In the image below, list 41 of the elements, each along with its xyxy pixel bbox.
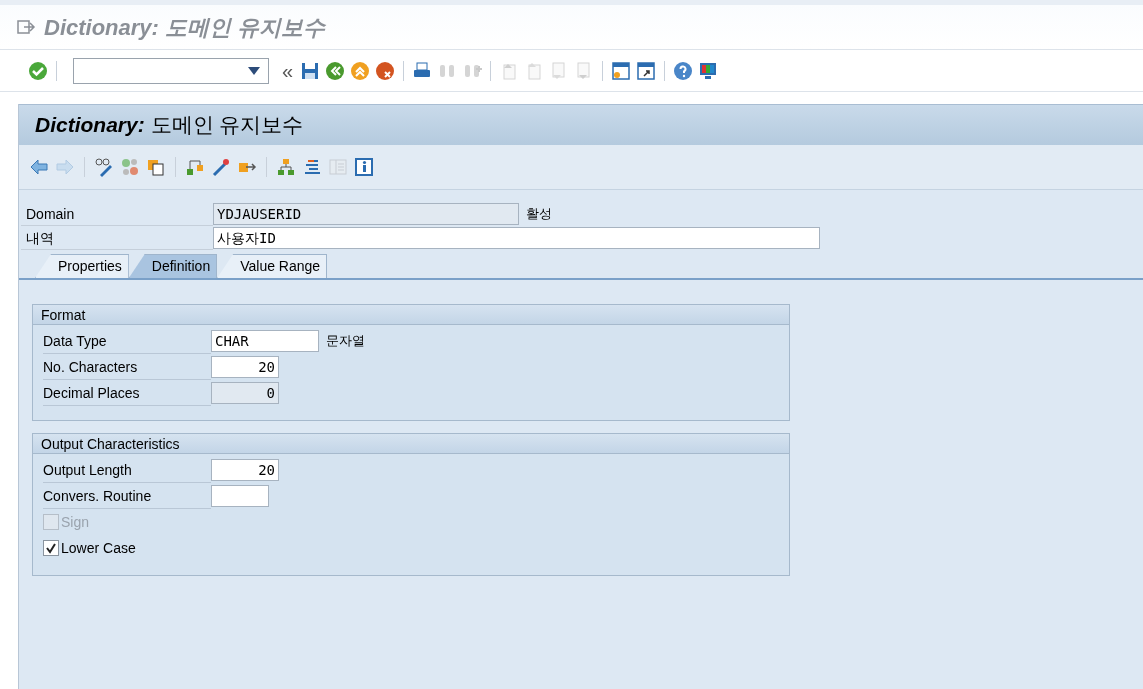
text-field[interactable]: 20 — [211, 356, 279, 378]
info-icon[interactable] — [354, 157, 374, 177]
checkbox[interactable] — [43, 540, 59, 556]
tree-icon[interactable] — [276, 157, 296, 177]
monitor-icon[interactable] — [698, 60, 719, 81]
circles-icon[interactable] — [120, 157, 140, 177]
field-label: 내역 — [21, 226, 213, 250]
command-field[interactable] — [73, 57, 269, 84]
shortcut-icon[interactable] — [636, 60, 657, 81]
list-lines-icon[interactable] — [302, 157, 322, 177]
type-description: 문자열 — [326, 332, 365, 351]
new-window-icon[interactable] — [611, 60, 632, 81]
left-arrow-icon[interactable] — [29, 157, 49, 177]
field-label: Domain — [21, 202, 213, 226]
hierarchy-icon[interactable] — [185, 157, 205, 177]
text-field: 0 — [211, 382, 279, 404]
copy-icon[interactable] — [146, 157, 166, 177]
screen-title: Dictionary: 도메인 유지보수 — [35, 112, 304, 139]
tab[interactable]: Definition — [128, 254, 218, 278]
collapse-button[interactable]: « — [280, 60, 296, 81]
save-icon[interactable] — [300, 60, 321, 81]
help-icon[interactable] — [673, 60, 694, 81]
text-field[interactable] — [211, 485, 269, 507]
tab[interactable]: Properties — [35, 254, 129, 278]
tab[interactable]: Value Range — [217, 254, 328, 278]
back-icon[interactable] — [325, 60, 346, 81]
exit-icon[interactable] — [350, 60, 371, 81]
menu-icon[interactable] — [16, 17, 36, 37]
checkbox-label: Lower Case — [61, 538, 136, 558]
magic-wand-icon[interactable] — [211, 157, 231, 177]
checkbox-label: Sign — [61, 512, 90, 532]
dropdown-caret-icon[interactable] — [248, 66, 260, 75]
glasses-pencil-icon[interactable] — [94, 157, 114, 177]
text-field[interactable]: 사용자ID — [213, 227, 820, 249]
cancel-icon[interactable] — [375, 60, 396, 81]
window-title: Dictionary: 도메인 유지보수 — [44, 13, 326, 42]
text-field[interactable]: CHAR — [211, 330, 319, 352]
status-text: 활성 — [526, 205, 552, 224]
text-field: YDJAUSERID — [213, 203, 519, 225]
text-field[interactable]: 20 — [211, 459, 279, 481]
check-icon[interactable] — [28, 60, 48, 81]
